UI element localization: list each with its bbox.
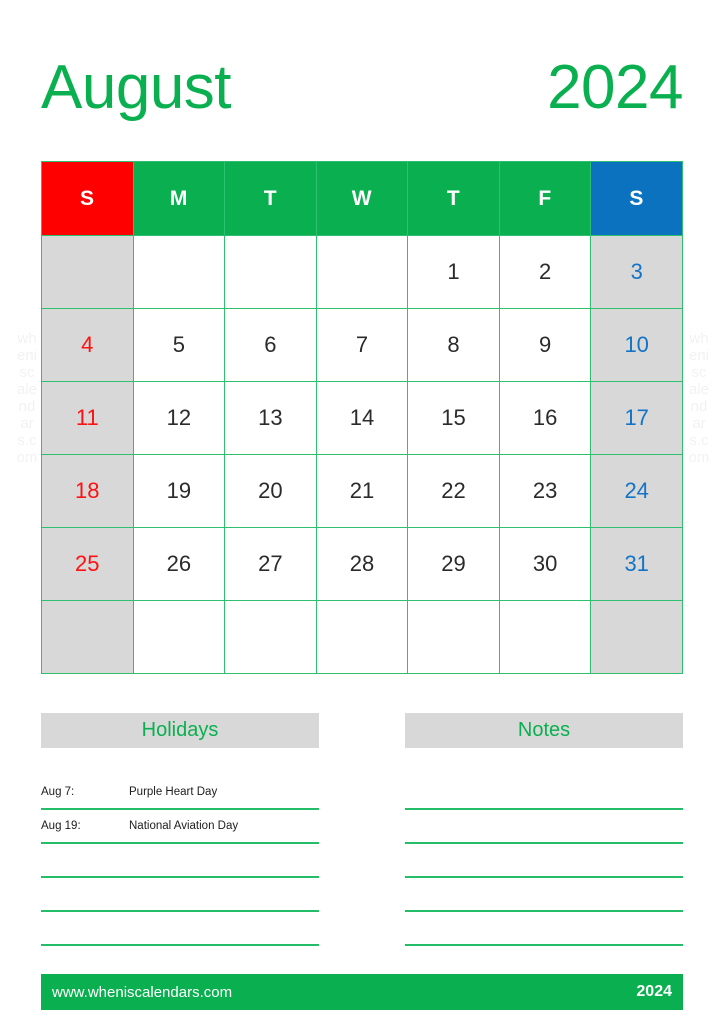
footer-url[interactable]: www.wheniscalendars.com [52,984,232,1001]
week-row: 25 26 27 28 29 30 31 [41,527,683,601]
day-cell-12[interactable]: 12 [132,381,226,455]
holidays-lines: Aug 7: Purple Heart Day Aug 19: National Av… [41,776,319,946]
day-cell-11[interactable]: 11 [41,381,134,455]
holidays-section: Holidays Aug 7: Purple Heart Day Aug 19: Na… [41,713,319,946]
sections: Holidays Aug 7: Purple Heart Day Aug 19: Na… [41,713,683,946]
day-cell-24[interactable]: 24 [590,454,683,528]
footer-bar: www.wheniscalendars.com 2024 [41,974,683,1010]
holiday-row[interactable]: Aug 7: Purple Heart Day [41,776,319,810]
week-row: 123 [41,235,683,309]
watermark-right: wheniscalendars.com [688,330,710,466]
note-row[interactable] [405,844,683,878]
weekday-header-3: W [315,161,409,236]
day-cell-9[interactable]: 9 [498,308,592,382]
day-cell-empty [224,235,317,309]
holiday-name: Purple Heart Day [129,786,218,798]
holiday-date: Aug 19: [41,820,81,832]
day-cell-2[interactable]: 2 [498,235,592,309]
day-cell-19[interactable]: 19 [132,454,226,528]
holiday-date: Aug 7: [41,786,75,798]
note-row[interactable] [405,810,683,844]
day-cell-30[interactable]: 30 [498,527,592,601]
weekday-row: SMTWTFS [41,161,683,236]
weekday-header-0: S [41,161,134,236]
weekday-header-5: F [498,161,592,236]
notes-lines [405,776,683,946]
day-cell-8[interactable]: 8 [407,308,500,382]
day-cell-empty [132,600,226,674]
day-cell-empty [41,600,134,674]
notes-section: Notes [405,713,683,946]
day-cell-empty [315,235,409,309]
note-row[interactable] [405,878,683,912]
day-cell-empty [407,600,500,674]
weekday-header-2: T [224,161,317,236]
day-cell-empty [132,235,226,309]
title-month: August [41,53,232,122]
day-cell-18[interactable]: 18 [41,454,134,528]
calendar-page: wheniscalendars.com wheniscalendars.com … [0,0,724,1024]
day-cell-21[interactable]: 21 [315,454,409,528]
day-cell-17[interactable]: 17 [590,381,683,455]
day-cell-13[interactable]: 13 [224,381,317,455]
day-cell-22[interactable]: 22 [407,454,500,528]
day-cell-15[interactable]: 15 [407,381,500,455]
holiday-row[interactable]: Aug 19: National Aviation Day [41,810,319,844]
note-row[interactable] [405,776,683,810]
page-title: August 2024 [41,52,683,124]
day-cell-empty [590,600,683,674]
watermark-left: wheniscalendars.com [16,330,38,466]
day-cell-5[interactable]: 5 [132,308,226,382]
day-cell-14[interactable]: 14 [315,381,409,455]
day-cell-27[interactable]: 27 [224,527,317,601]
note-row[interactable] [405,912,683,946]
calendar-grid: SMTWTFS 1 2 3 4 5 6 7 8 9 10 11 12 13 14 15 16 17 18 19 20 2… [41,161,683,674]
day-cell-empty [224,600,317,674]
day-cell-3[interactable]: 3 [590,235,683,309]
holiday-name: National Aviation Day [129,820,239,832]
notes-header: Notes [405,713,683,748]
footer-year: 2024 [636,983,672,1000]
holiday-row[interactable] [41,844,319,878]
holidays-header: Holidays [41,713,319,748]
title-year: 2024 [547,53,683,122]
calendar-header-row: SMTWTFS [41,161,683,236]
day-cell-1[interactable]: 1 [407,235,500,309]
weekday-header-4: T [407,161,500,236]
week-row [41,600,683,674]
holiday-row[interactable] [41,878,319,912]
day-cell-7[interactable]: 7 [315,308,409,382]
day-cell-empty [315,600,409,674]
day-cell-28[interactable]: 28 [315,527,409,601]
day-cell-10[interactable]: 10 [590,308,683,382]
weekday-header-1: M [132,161,226,236]
day-cell-23[interactable]: 23 [498,454,592,528]
day-cell-26[interactable]: 26 [132,527,226,601]
week-row: 18 19 20 21 22 23 24 [41,454,683,528]
day-cell-31[interactable]: 31 [590,527,683,601]
day-cell-16[interactable]: 16 [498,381,592,455]
weekday-header-6: S [590,161,683,236]
holiday-row[interactable] [41,912,319,946]
day-cell-4[interactable]: 4 [41,308,134,382]
day-cell-6[interactable]: 6 [224,308,317,382]
day-cell-20[interactable]: 20 [224,454,317,528]
day-cell-empty [41,235,134,309]
day-cell-25[interactable]: 25 [41,527,134,601]
day-cell-empty [498,600,592,674]
week-row: 11 12 13 14 15 16 17 [41,381,683,455]
calendar-body: 1 2 3 4 5 6 7 8 9 10 11 12 13 14 15 16 17 18 19 20 21 22 23 24 2… [41,235,683,674]
week-row: 4 5 6 7 8 9 10 [41,308,683,382]
day-cell-29[interactable]: 29 [407,527,500,601]
